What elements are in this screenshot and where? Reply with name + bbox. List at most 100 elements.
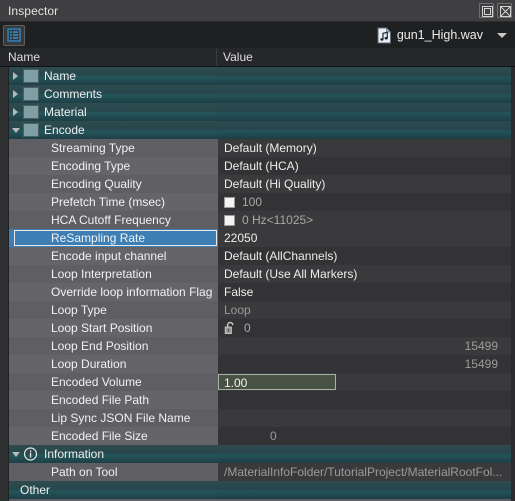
property-value-cell[interactable] (218, 67, 515, 85)
property-row[interactable]: Encode (9, 121, 515, 139)
property-row[interactable]: Encode input channel Default (AllChannels… (9, 247, 515, 265)
property-row[interactable]: Comments (9, 85, 515, 103)
property-label: Encoding Quality (51, 177, 142, 191)
collapse-arrow-icon[interactable] (9, 451, 22, 457)
property-value-cell[interactable]: 100 (218, 193, 515, 211)
property-value-cell[interactable] (218, 103, 515, 121)
encoded-volume-input[interactable]: 1.00 (218, 374, 336, 390)
property-row[interactable]: Loop End Position 15499 (9, 337, 515, 355)
property-value-cell[interactable]: 15499 (218, 355, 515, 373)
property-row[interactable]: Loop Start Position 0 (9, 319, 515, 337)
property-row[interactable]: Other (9, 481, 515, 499)
property-value-cell[interactable]: Default (AllChannels) (218, 247, 515, 265)
property-row[interactable]: Encoded Volume 1.00 (9, 373, 515, 391)
property-name-cell[interactable]: Name (9, 67, 218, 85)
property-row[interactable]: Streaming Type Default (Memory) (9, 139, 515, 157)
property-name-cell[interactable]: Override loop information Flag (9, 283, 218, 301)
column-header-name[interactable]: Name (0, 48, 217, 66)
property-value-cell[interactable]: Default (Hi Quality) (218, 175, 515, 193)
property-name-cell[interactable]: Material (9, 103, 218, 121)
property-name-cell[interactable]: HCA Cutoff Frequency (9, 211, 218, 229)
property-name-cell[interactable]: Loop Type (9, 301, 218, 319)
property-label: Lip Sync JSON File Name (51, 411, 191, 425)
property-value-cell[interactable] (218, 121, 515, 139)
property-name-cell[interactable]: Encoded File Path (9, 391, 218, 409)
property-row[interactable]: Loop Type Loop (9, 301, 515, 319)
float-restore-button[interactable] (479, 3, 494, 18)
property-row[interactable]: Encoded File Path (9, 391, 515, 409)
property-row[interactable]: Override loop information Flag False (9, 283, 515, 301)
property-row[interactable]: HCA Cutoff Frequency 0 Hz<11025> (9, 211, 515, 229)
property-value-cell[interactable]: 0 Hz<11025> (218, 211, 515, 229)
property-value-cell[interactable]: Default (HCA) (218, 157, 515, 175)
property-row[interactable]: ReSampling Rate 22050 (9, 229, 515, 247)
property-value-cell[interactable] (218, 481, 515, 499)
property-value-cell[interactable] (218, 409, 515, 427)
material-icon (23, 105, 39, 119)
property-value: 0 Hz<11025> (242, 213, 314, 227)
close-button[interactable] (497, 3, 512, 18)
property-value-cell[interactable]: Default (Use All Markers) (218, 265, 515, 283)
property-row[interactable]: Encoding Type Default (HCA) (9, 157, 515, 175)
property-value-cell[interactable]: False (218, 283, 515, 301)
property-name-cell[interactable]: Encoded File Size (9, 427, 218, 445)
property-row[interactable]: Prefetch Time (msec) 100 (9, 193, 515, 211)
property-row[interactable]: Encoded File Size 0 (9, 427, 515, 445)
file-selector[interactable]: gun1_High.wav (377, 26, 509, 44)
property-value-cell[interactable]: Loop (218, 301, 515, 319)
property-name-cell[interactable]: Loop Interpretation (9, 265, 218, 283)
property-value: Default (Hi Quality) (224, 177, 326, 191)
checkbox[interactable] (224, 196, 235, 208)
property-value-cell[interactable]: /MaterialInfoFolder/TutorialProject/Mate… (218, 463, 515, 481)
property-label: Loop End Position (51, 339, 149, 353)
checkbox[interactable] (224, 214, 235, 226)
property-value-cell[interactable] (218, 391, 515, 409)
property-name-cell[interactable]: Loop Duration (9, 355, 218, 373)
property-label: Override loop information Flag (51, 285, 213, 299)
expand-arrow-icon[interactable] (9, 108, 22, 116)
unlock-icon[interactable] (224, 321, 237, 335)
property-name-cell[interactable]: Encoding Quality (9, 175, 218, 193)
property-row[interactable]: Loop Interpretation Default (Use All Mark… (9, 265, 515, 283)
property-label: Information (44, 447, 105, 461)
property-value: Default (AllChannels) (224, 249, 338, 263)
property-name-cell[interactable]: Path on Tool (9, 463, 218, 481)
property-name-cell[interactable]: Prefetch Time (msec) (9, 193, 218, 211)
property-value-cell[interactable]: 0 (218, 319, 515, 337)
collapse-arrow-icon[interactable] (9, 127, 22, 133)
property-name-cell[interactable]: Encode input channel (9, 247, 218, 265)
property-row[interactable]: Encoding Quality Default (Hi Quality) (9, 175, 515, 193)
vertical-scrollbar[interactable] (511, 67, 515, 501)
property-row[interactable]: Material (9, 103, 515, 121)
property-value-cell[interactable]: 22050 (218, 229, 515, 247)
property-name-cell[interactable]: Streaming Type (9, 139, 218, 157)
property-name-cell[interactable]: Encode (9, 121, 218, 139)
property-value-cell[interactable]: Default (Memory) (218, 139, 515, 157)
chevron-down-icon[interactable] (497, 32, 507, 38)
property-row[interactable]: Name (9, 67, 515, 85)
property-name-cell[interactable]: Other (9, 481, 218, 499)
property-name-cell[interactable]: ReSampling Rate (9, 229, 218, 247)
property-name-cell[interactable]: Lip Sync JSON File Name (9, 409, 218, 427)
expand-arrow-icon[interactable] (9, 72, 22, 80)
properties-list-button[interactable] (3, 24, 25, 46)
property-name-cell[interactable]: Encoding Type (9, 157, 218, 175)
property-row[interactable]: Information (9, 445, 515, 463)
property-value-cell[interactable]: 1.00 (218, 373, 515, 391)
property-value-cell[interactable]: 15499 (218, 337, 515, 355)
property-name-cell[interactable]: Comments (9, 85, 218, 103)
property-row[interactable]: Lip Sync JSON File Name (9, 409, 515, 427)
property-value-cell[interactable]: 0 (218, 427, 515, 445)
property-value-cell[interactable] (218, 85, 515, 103)
property-row[interactable]: Path on Tool/MaterialInfoFolder/Tutorial… (9, 463, 515, 481)
property-value-cell[interactable] (218, 445, 515, 463)
column-header-value[interactable]: Value (217, 48, 515, 66)
property-value: Default (HCA) (224, 159, 299, 173)
property-name-cell[interactable]: Encoded Volume (9, 373, 218, 391)
expand-arrow-icon[interactable] (9, 90, 22, 98)
property-name-cell[interactable]: Loop Start Position (9, 319, 218, 337)
property-name-cell[interactable]: Loop End Position (9, 337, 218, 355)
property-name-cell[interactable]: Information (9, 445, 218, 463)
property-row[interactable]: Loop Duration 15499 (9, 355, 515, 373)
property-label: Encoded Volume (51, 375, 142, 389)
